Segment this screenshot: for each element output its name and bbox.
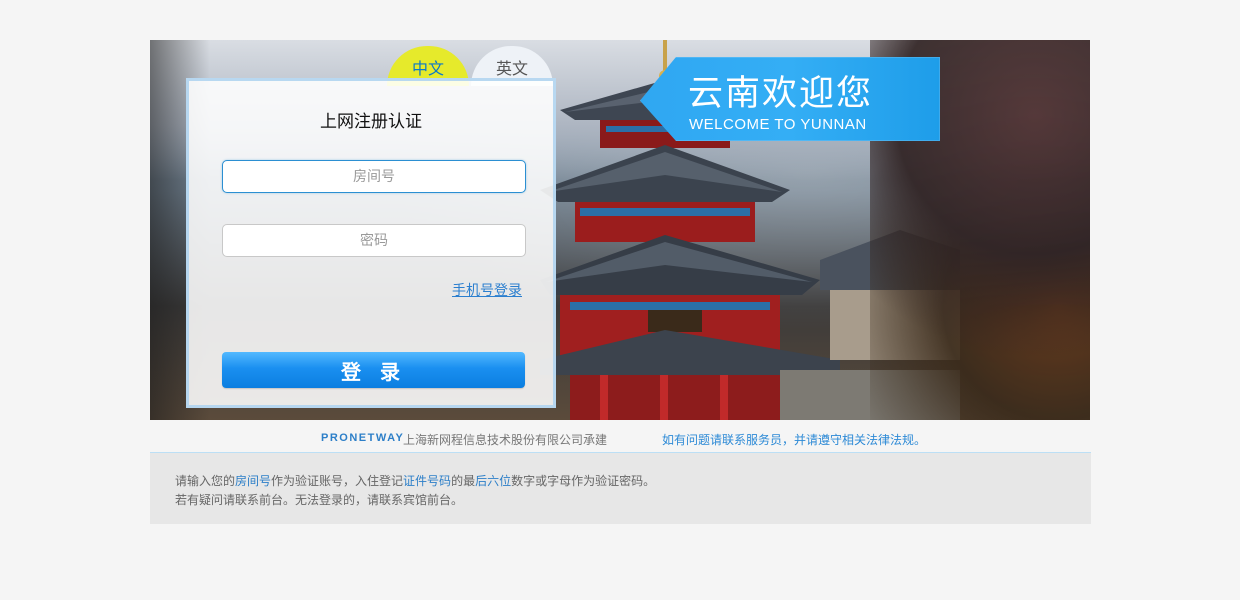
company-credit: 上海新网程信息技术股份有限公司承建 [403, 433, 608, 447]
info-line-1: 请输入您的房间号作为验证账号，入住登记证件号码的最后六位数字或字母作为验证密码。 [175, 472, 655, 489]
info-text: 的最 [451, 474, 476, 488]
room-number-input[interactable] [222, 160, 526, 193]
info-text: 数字或字母作为验证密码。 [511, 474, 656, 488]
welcome-subtitle: WELCOME TO YUNNAN [689, 116, 867, 133]
info-text: 作为验证账号，入住登记 [271, 474, 404, 488]
phone-login-link[interactable]: 手机号登录 [452, 280, 522, 300]
login-panel: 上网注册认证 手机号登录 登 录 [186, 78, 556, 408]
info-highlight-last6: 后六位 [475, 474, 512, 488]
login-button[interactable]: 登 录 [222, 352, 525, 388]
support-notice: 如有问题请联系服务员，并请遵守相关法律法规。 [662, 433, 927, 447]
password-input[interactable] [222, 224, 526, 257]
info-line-2: 若有疑问请联系前台。无法登录的，请联系宾馆前台。 [175, 493, 464, 507]
info-box: 请输入您的房间号作为验证账号，入住登记证件号码的最后六位数字或字母作为验证密码。… [150, 452, 1091, 524]
info-text: 请输入您的 [175, 474, 236, 488]
welcome-title: 云南欢迎您 [688, 74, 874, 114]
info-highlight-idnum: 证件号码 [403, 474, 452, 488]
login-title: 上网注册认证 [320, 112, 422, 132]
footer-line: PRONETWAY 上海新网程信息技术股份有限公司承建 如有问题请联系服务员，并… [150, 430, 1090, 450]
brand-logo: PRONETWAY [321, 432, 405, 444]
info-highlight-room: 房间号 [235, 474, 272, 488]
